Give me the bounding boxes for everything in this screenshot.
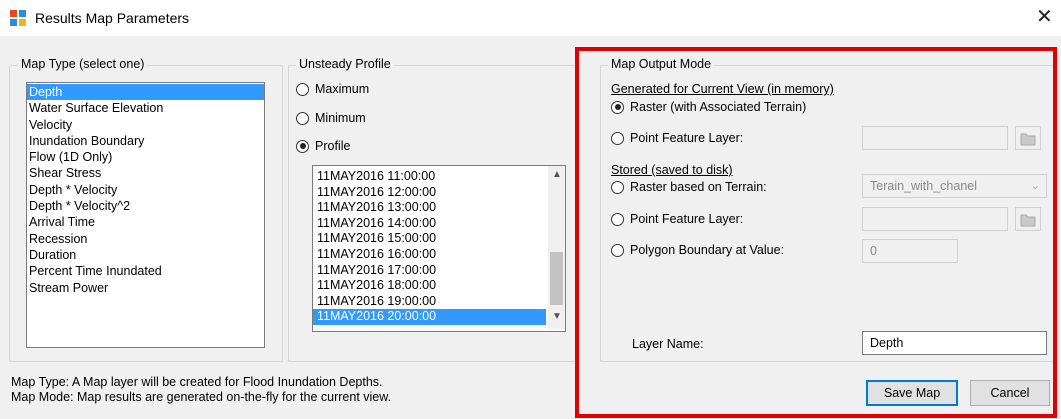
folder-icon (1020, 133, 1036, 146)
point-feature-field-1[interactable] (862, 126, 1008, 150)
point-feature-radio-1[interactable]: Point Feature Layer: (611, 131, 743, 145)
profile-time-item[interactable]: 11MAY2016 16:00:00 (313, 247, 546, 263)
profile-time-item[interactable]: 11MAY2016 18:00:00 (313, 278, 546, 294)
profile-time-item[interactable]: 11MAY2016 15:00:00 (313, 231, 546, 247)
minimum-radio[interactable]: Minimum (296, 111, 366, 125)
browse-folder-button-2[interactable] (1015, 207, 1041, 231)
app-icon (10, 10, 26, 26)
layer-name-value: Depth (870, 336, 904, 350)
map-type-item[interactable]: Stream Power (27, 280, 264, 296)
raster-terrain-radio-circle[interactable] (611, 180, 624, 194)
profile-radio-circle[interactable] (296, 139, 309, 153)
map-type-item[interactable]: Depth * Velocity^2 (27, 198, 264, 214)
raster-associated-radio-circle[interactable] (611, 100, 624, 114)
terrain-select-value: Terain_with_chanel (870, 179, 978, 193)
close-icon[interactable]: ✕ (1036, 6, 1053, 28)
map-type-item[interactable]: Recession (27, 231, 264, 247)
map-type-item[interactable]: Velocity (27, 117, 264, 133)
map-type-item[interactable]: Percent Time Inundated (27, 263, 264, 279)
map-type-item[interactable]: Water Surface Elevation (27, 100, 264, 116)
browse-folder-button-1[interactable] (1015, 126, 1041, 150)
maximum-label: Maximum (315, 82, 370, 96)
map-type-item[interactable]: Depth (27, 84, 264, 101)
layer-name-input[interactable]: Depth (862, 331, 1047, 355)
map-type-item[interactable]: Inundation Boundary (27, 133, 264, 149)
polygon-boundary-label: Polygon Boundary at Value: (630, 243, 785, 257)
map-type-description: Map Type: A Map layer will be created fo… (11, 375, 383, 389)
profile-time-item[interactable]: 11MAY2016 12:00:00 (313, 185, 546, 201)
profile-time-item[interactable]: 11MAY2016 19:00:00 (313, 294, 546, 310)
terrain-select[interactable]: Terain_with_chanel ⌄ (862, 174, 1047, 198)
profile-time-item[interactable]: 11MAY2016 14:00:00 (313, 216, 546, 232)
point-feature-label-1: Point Feature Layer: (630, 131, 744, 145)
layer-name-label: Layer Name: (632, 337, 704, 351)
map-type-item[interactable]: Arrival Time (27, 214, 264, 230)
polygon-boundary-radio-circle[interactable] (611, 243, 624, 257)
maximum-radio[interactable]: Maximum (296, 82, 369, 96)
map-type-legend: Map Type (select one) (18, 57, 148, 71)
map-type-item[interactable]: Shear Stress (27, 165, 264, 181)
raster-associated-label: Raster (with Associated Terrain) (630, 100, 807, 114)
minimum-label: Minimum (315, 111, 366, 125)
raster-associated-radio[interactable]: Raster (with Associated Terrain) (611, 100, 806, 114)
window-title: Results Map Parameters (35, 10, 190, 26)
point-feature-field-2[interactable] (862, 207, 1008, 231)
cancel-button[interactable]: Cancel (970, 380, 1050, 406)
scroll-down-icon[interactable]: ▼ (552, 311, 562, 322)
map-type-item[interactable]: Depth * Velocity (27, 182, 264, 198)
profile-times-listbox[interactable]: 11MAY2016 11:00:00 11MAY2016 12:00:00 11MA… (312, 165, 566, 332)
save-map-button[interactable]: Save Map (866, 380, 958, 406)
scroll-thumb[interactable] (550, 252, 563, 305)
chevron-down-icon: ⌄ (1030, 180, 1040, 192)
minimum-radio-circle[interactable] (296, 111, 309, 125)
raster-terrain-label: Raster based on Terrain: (630, 180, 767, 194)
unsteady-profile-legend: Unsteady Profile (296, 57, 394, 71)
profile-time-item[interactable]: 11MAY2016 11:00:00 (313, 169, 546, 185)
profile-label: Profile (315, 139, 351, 153)
scroll-up-icon[interactable]: ▲ (552, 169, 562, 180)
polygon-boundary-radio[interactable]: Polygon Boundary at Value: (611, 243, 784, 257)
generated-header: Generated for Current View (in memory) (611, 82, 834, 96)
folder-icon (1020, 214, 1036, 227)
map-mode-description: Map Mode: Map results are generated on-t… (11, 390, 392, 404)
map-output-mode-legend: Map Output Mode (608, 57, 715, 71)
profile-radio[interactable]: Profile (296, 139, 350, 153)
maximum-radio-circle[interactable] (296, 82, 309, 96)
profile-time-item[interactable]: 11MAY2016 13:00:00 (313, 200, 546, 216)
point-feature-radio-2-circle[interactable] (611, 212, 624, 226)
profile-time-item[interactable]: 11MAY2016 20:00:00 (313, 309, 546, 325)
polygon-value: 0 (870, 244, 877, 258)
polygon-value-field[interactable]: 0 (862, 239, 958, 263)
profile-time-item[interactable]: 11MAY2016 17:00:00 (313, 263, 546, 279)
point-feature-radio-2[interactable]: Point Feature Layer: (611, 212, 743, 226)
point-feature-label-2: Point Feature Layer: (630, 212, 744, 226)
raster-terrain-radio[interactable]: Raster based on Terrain: (611, 180, 767, 194)
point-feature-radio-1-circle[interactable] (611, 131, 624, 145)
stored-header: Stored (saved to disk) (611, 163, 733, 177)
map-type-listbox[interactable]: Depth Water Surface Elevation Velocity Inun… (26, 82, 265, 348)
map-type-item[interactable]: Flow (1D Only) (27, 149, 264, 165)
profile-scrollbar[interactable]: ▲ ▼ (548, 166, 565, 329)
map-type-item[interactable]: Duration (27, 247, 264, 263)
